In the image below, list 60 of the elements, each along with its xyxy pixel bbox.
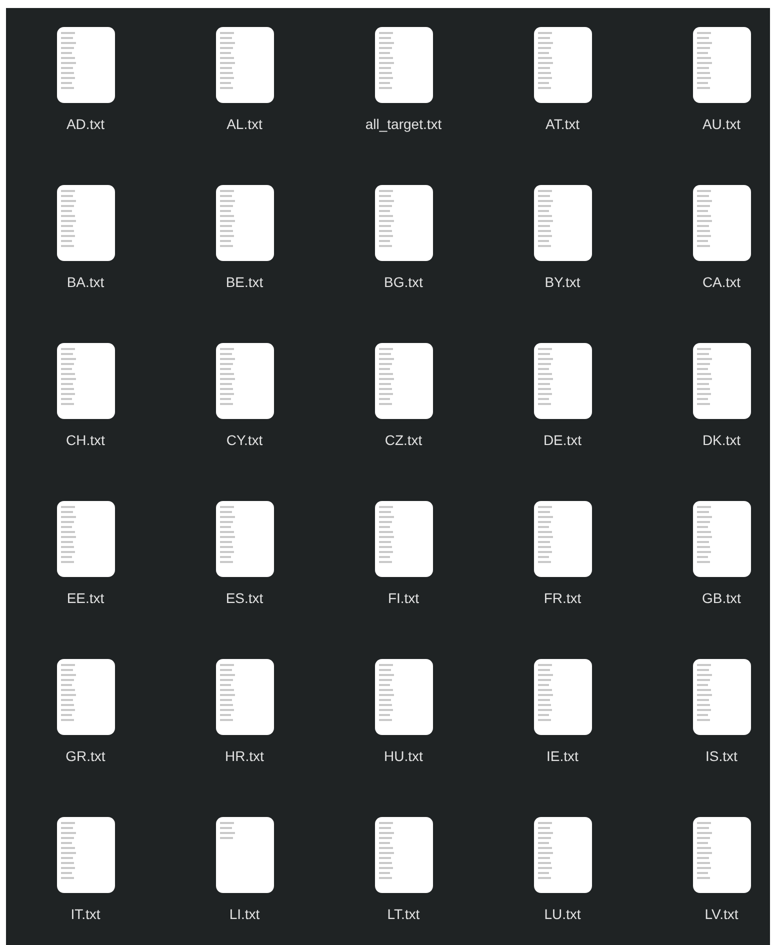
file-name[interactable]: LU.txt xyxy=(544,906,581,922)
file-name[interactable]: AL.txt xyxy=(226,116,262,132)
text-file-icon[interactable] xyxy=(56,816,116,894)
file-name[interactable]: EE.txt xyxy=(66,590,104,606)
text-file-icon[interactable] xyxy=(374,500,434,578)
text-file-icon[interactable] xyxy=(56,184,116,262)
text-file-icon[interactable] xyxy=(214,184,274,262)
text-file-icon[interactable] xyxy=(532,184,592,262)
text-file-icon[interactable] xyxy=(56,26,116,104)
file-name[interactable]: AT.txt xyxy=(546,116,580,132)
text-file-icon[interactable] xyxy=(374,26,434,104)
text-file-icon[interactable] xyxy=(692,342,752,420)
file-name[interactable]: FI.txt xyxy=(388,590,420,606)
text-file-icon[interactable] xyxy=(692,184,752,262)
text-file-icon[interactable] xyxy=(532,500,592,578)
file-name[interactable]: all_target.txt xyxy=(365,116,442,132)
text-file-icon[interactable] xyxy=(374,816,434,894)
file-name[interactable]: IT.txt xyxy=(70,906,100,922)
text-file-icon[interactable] xyxy=(214,342,274,420)
file-name[interactable]: BA.txt xyxy=(66,274,104,290)
text-file-icon[interactable] xyxy=(532,342,592,420)
file-name[interactable]: CA.txt xyxy=(702,274,741,290)
file-name[interactable]: AD.txt xyxy=(66,116,105,132)
text-file-icon[interactable] xyxy=(532,658,592,736)
text-file-icon[interactable] xyxy=(56,500,116,578)
text-file-icon[interactable] xyxy=(214,658,274,736)
text-file-icon[interactable] xyxy=(374,342,434,420)
file-name[interactable]: CZ.txt xyxy=(384,432,422,448)
text-file-icon[interactable] xyxy=(692,500,752,578)
text-file-icon[interactable] xyxy=(214,500,274,578)
text-file-icon[interactable] xyxy=(374,658,434,736)
text-file-icon[interactable] xyxy=(532,26,592,104)
text-file-icon[interactable] xyxy=(692,26,752,104)
file-name[interactable]: ES.txt xyxy=(226,590,264,606)
file-name[interactable]: IS.txt xyxy=(706,748,738,764)
file-name[interactable]: GR.txt xyxy=(66,748,106,764)
file-name[interactable]: BE.txt xyxy=(226,274,264,290)
text-file-icon[interactable] xyxy=(56,342,116,420)
file-name[interactable]: DE.txt xyxy=(543,432,582,448)
text-file-icon[interactable] xyxy=(214,26,274,104)
file-name[interactable]: LT.txt xyxy=(387,906,420,922)
file-name[interactable]: HR.txt xyxy=(225,748,264,764)
file-name[interactable]: GB.txt xyxy=(702,590,741,606)
text-file-icon[interactable] xyxy=(374,184,434,262)
file-name[interactable]: HU.txt xyxy=(384,748,423,764)
file-name[interactable]: CY.txt xyxy=(226,432,263,448)
file-name[interactable]: AU.txt xyxy=(702,116,741,132)
text-file-icon[interactable] xyxy=(692,658,752,736)
text-file-icon[interactable] xyxy=(214,816,274,894)
text-file-icon[interactable] xyxy=(532,816,592,894)
file-name[interactable]: IE.txt xyxy=(546,748,578,764)
file-name[interactable]: FR.txt xyxy=(544,590,582,606)
file-name[interactable]: LV.txt xyxy=(704,906,738,922)
file-name[interactable]: BG.txt xyxy=(384,274,423,290)
text-file-icon[interactable] xyxy=(56,658,116,736)
file-name[interactable]: CH.txt xyxy=(66,432,105,448)
file-name[interactable]: DK.txt xyxy=(702,432,741,448)
text-file-icon[interactable] xyxy=(692,816,752,894)
file-name[interactable]: BY.txt xyxy=(544,274,580,290)
file-name[interactable]: LI.txt xyxy=(229,906,260,922)
